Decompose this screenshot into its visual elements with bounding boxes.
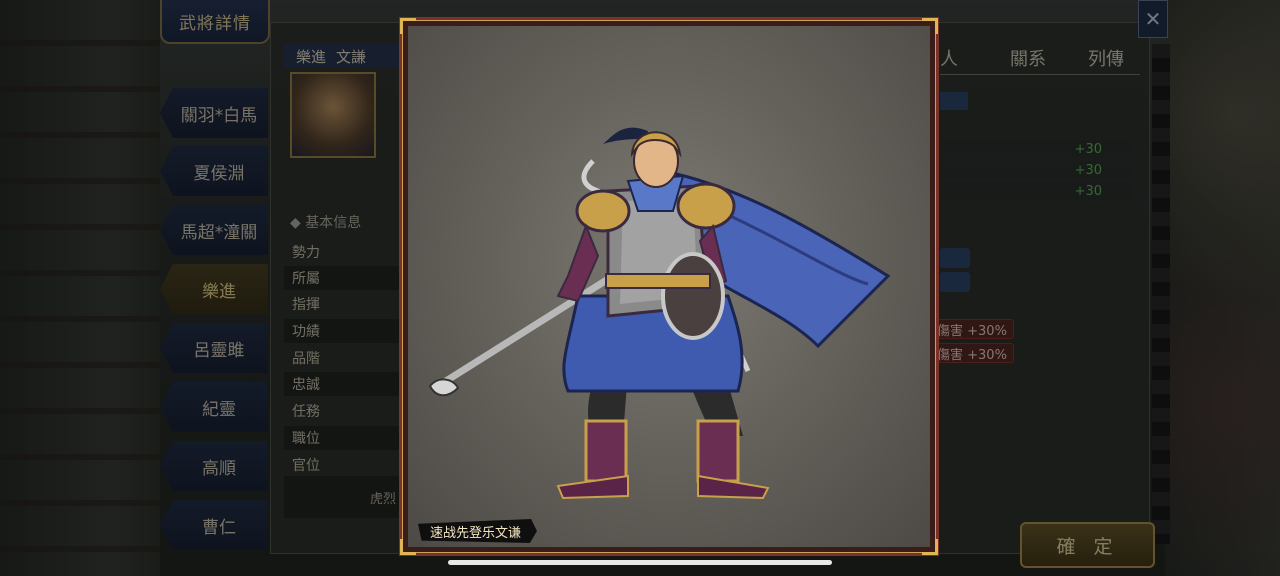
general-illustration <box>428 127 891 500</box>
general-full-portrait <box>408 26 930 547</box>
frame-corner <box>922 539 938 555</box>
home-indicator[interactable] <box>448 560 832 565</box>
frame-corner <box>922 18 938 34</box>
game-screen: 武將詳情 關羽*白馬 夏侯淵 馬超*潼關 樂進 呂靈雎 紀靈 高順 曹仁 樂進 … <box>0 0 1280 576</box>
portrait-modal: 速战先登乐文谦 <box>399 17 939 556</box>
frame-corner <box>400 18 416 34</box>
frame-corner <box>400 539 416 555</box>
